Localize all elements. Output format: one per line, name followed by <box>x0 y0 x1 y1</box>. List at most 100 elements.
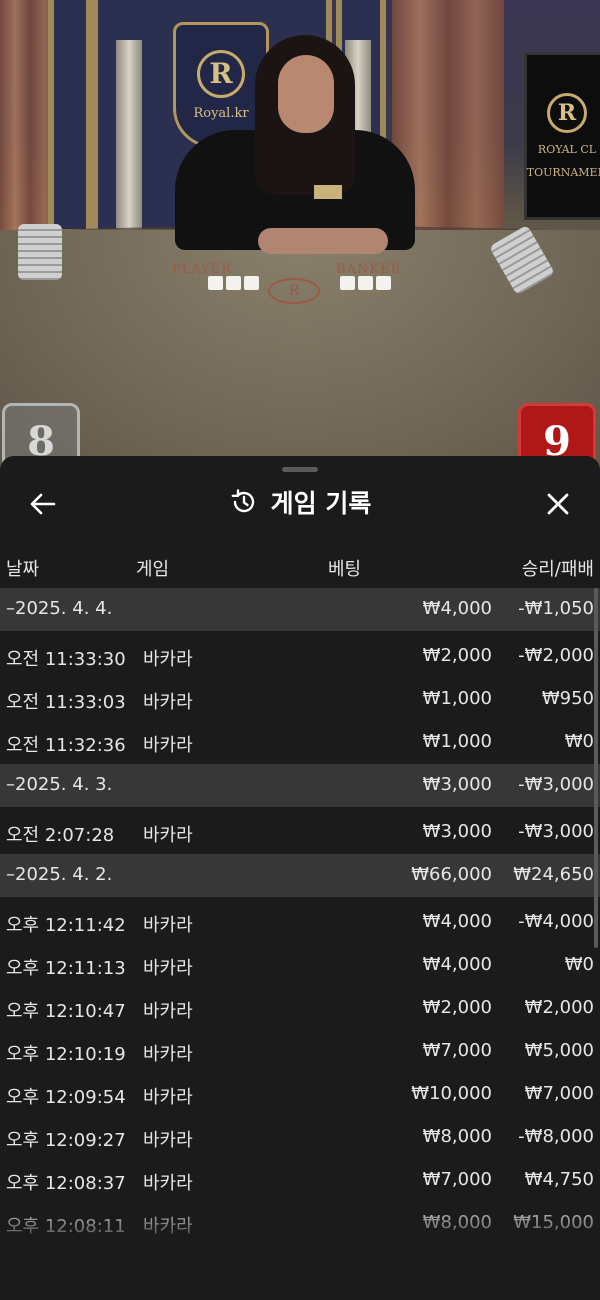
date-group-row[interactable]: –2025. 4. 4. ₩4,000 -₩1,050 <box>0 588 600 631</box>
date-group-row[interactable]: –2025. 4. 3. ₩3,000 -₩3,000 <box>0 764 600 807</box>
row-result: ₩5,000 <box>524 1040 594 1061</box>
tournament-monitor: R ROYAL CL TOURNAMEN <box>524 52 600 220</box>
wall-panel <box>48 0 92 235</box>
row-result: ₩4,750 <box>524 1169 594 1190</box>
close-button[interactable] <box>540 486 576 522</box>
row-bet: ₩4,000 <box>422 598 492 619</box>
date-group-label: –2025. 4. 4. <box>6 598 113 619</box>
row-bet: ₩7,000 <box>422 1169 492 1190</box>
column-header-result: 승리/패배 <box>521 559 594 580</box>
history-scrollbar[interactable] <box>594 588 598 948</box>
sheet-title: 게임 기록 <box>270 489 372 518</box>
royal-logo-text: Royal.kr <box>193 105 249 121</box>
dealer-hands <box>258 228 388 254</box>
history-row: 오전 11:32:36 바카라 ₩1,000 ₩0 <box>0 721 600 764</box>
player-card <box>226 276 241 290</box>
column-header-date: 날짜 <box>6 559 40 580</box>
history-row: 오후 12:10:19 바카라 ₩7,000 ₩5,000 <box>0 1030 600 1073</box>
row-time: 오전 2:07:28 <box>6 825 115 846</box>
row-time: 오후 12:09:27 <box>6 1130 126 1151</box>
row-bet: ₩10,000 <box>411 1083 492 1104</box>
row-time: 오후 12:11:42 <box>6 915 126 936</box>
column-headers: 날짜 게임 베팅 승리/패배 <box>0 550 600 588</box>
row-result: -₩3,000 <box>518 774 594 795</box>
player-card <box>244 276 259 290</box>
banker-card <box>376 276 391 290</box>
row-result: ₩0 <box>564 954 594 975</box>
monitor-title: ROYAL CL <box>537 143 597 156</box>
table-banker-label: BANKER <box>336 262 402 277</box>
date-group-label: –2025. 4. 3. <box>6 774 113 795</box>
game-history-sheet: 게임 기록 날짜 게임 베팅 승리/패배 –2025. 4. 4. ₩4,000 -… <box>0 456 600 1300</box>
row-time: 오전 11:32:36 <box>6 735 126 756</box>
row-game: 바카라 <box>143 825 193 846</box>
sheet-title-group: 게임 기록 <box>0 484 600 520</box>
dealer-face <box>278 55 334 133</box>
row-game: 바카라 <box>143 692 193 713</box>
row-result: -₩4,000 <box>518 911 594 932</box>
dealer-name-tag <box>314 185 342 199</box>
row-result: ₩0 <box>564 731 594 752</box>
row-bet: ₩2,000 <box>422 997 492 1018</box>
row-bet: ₩7,000 <box>422 1040 492 1061</box>
close-icon <box>547 493 569 515</box>
row-time: 오후 12:10:47 <box>6 1001 126 1022</box>
row-game: 바카라 <box>143 1001 193 1022</box>
row-game: 바카라 <box>143 1087 193 1108</box>
row-game: 바카라 <box>143 1130 193 1151</box>
row-time: 오후 12:08:37 <box>6 1173 126 1194</box>
row-bet: ₩8,000 <box>422 1126 492 1147</box>
history-row: 오후 12:09:54 바카라 ₩10,000 ₩7,000 <box>0 1073 600 1116</box>
table-player-label: PLAYER <box>172 262 233 277</box>
row-result: ₩7,000 <box>524 1083 594 1104</box>
live-video-feed: R Royal.kr R ROYAL CL TOURNAMEN PLAYER B… <box>0 0 600 470</box>
pillar <box>116 40 142 230</box>
row-game: 바카라 <box>143 1216 193 1237</box>
history-icon <box>231 489 254 513</box>
row-game: 바카라 <box>143 915 193 936</box>
row-bet: ₩1,000 <box>422 731 492 752</box>
royal-logo-emblem: R <box>197 49 245 98</box>
row-bet: ₩4,000 <box>422 954 492 975</box>
row-time: 오후 12:11:13 <box>6 958 126 979</box>
row-result: ₩2,000 <box>524 997 594 1018</box>
date-group-row[interactable]: –2025. 4. 2. ₩66,000 ₩24,650 <box>0 854 600 897</box>
row-bet: ₩3,000 <box>422 774 492 795</box>
sheet-drag-handle[interactable] <box>282 467 318 472</box>
row-time: 오후 12:10:19 <box>6 1044 126 1065</box>
history-list[interactable]: –2025. 4. 4. ₩4,000 -₩1,050 오전 11:33:30 바카라 ₩… <box>0 588 600 1245</box>
monitor-logo-emblem: R <box>547 93 587 133</box>
row-game: 바카라 <box>143 958 193 979</box>
row-bet: ₩3,000 <box>422 821 492 842</box>
row-result: ₩950 <box>541 688 594 709</box>
banker-card <box>358 276 373 290</box>
history-row: 오전 11:33:30 바카라 ₩2,000 -₩2,000 <box>0 635 600 678</box>
row-bet: ₩2,000 <box>422 645 492 666</box>
row-time: 오전 11:33:30 <box>6 649 126 670</box>
row-game: 바카라 <box>143 649 193 670</box>
row-bet: ₩4,000 <box>422 911 492 932</box>
row-result: -₩8,000 <box>518 1126 594 1147</box>
sheet-header: 게임 기록 <box>0 474 600 534</box>
table-center-logo: R <box>268 278 320 304</box>
player-card <box>208 276 223 290</box>
row-result: ₩15,000 <box>513 1212 594 1233</box>
row-result: -₩3,000 <box>518 821 594 842</box>
history-row: 오후 12:10:47 바카라 ₩2,000 ₩2,000 <box>0 987 600 1030</box>
row-time: 오전 11:33:03 <box>6 692 126 713</box>
row-game: 바카라 <box>143 1044 193 1065</box>
row-time: 오후 12:08:11 <box>6 1216 126 1237</box>
row-game: 바카라 <box>143 735 193 756</box>
monitor-subtitle: TOURNAMEN <box>526 166 600 179</box>
row-bet: ₩66,000 <box>411 864 492 885</box>
row-time: 오후 12:09:54 <box>6 1087 126 1108</box>
column-header-bet: 베팅 <box>328 559 362 580</box>
history-row: 오후 12:11:42 바카라 ₩4,000 -₩4,000 <box>0 901 600 944</box>
history-row: 오전 11:33:03 바카라 ₩1,000 ₩950 <box>0 678 600 721</box>
column-header-game: 게임 <box>136 559 170 580</box>
card-shoe <box>18 224 62 280</box>
history-row: 오후 12:09:27 바카라 ₩8,000 -₩8,000 <box>0 1116 600 1159</box>
date-group-label: –2025. 4. 2. <box>6 864 113 885</box>
history-row: 오후 12:11:13 바카라 ₩4,000 ₩0 <box>0 944 600 987</box>
history-row: 오전 2:07:28 바카라 ₩3,000 -₩3,000 <box>0 811 600 854</box>
